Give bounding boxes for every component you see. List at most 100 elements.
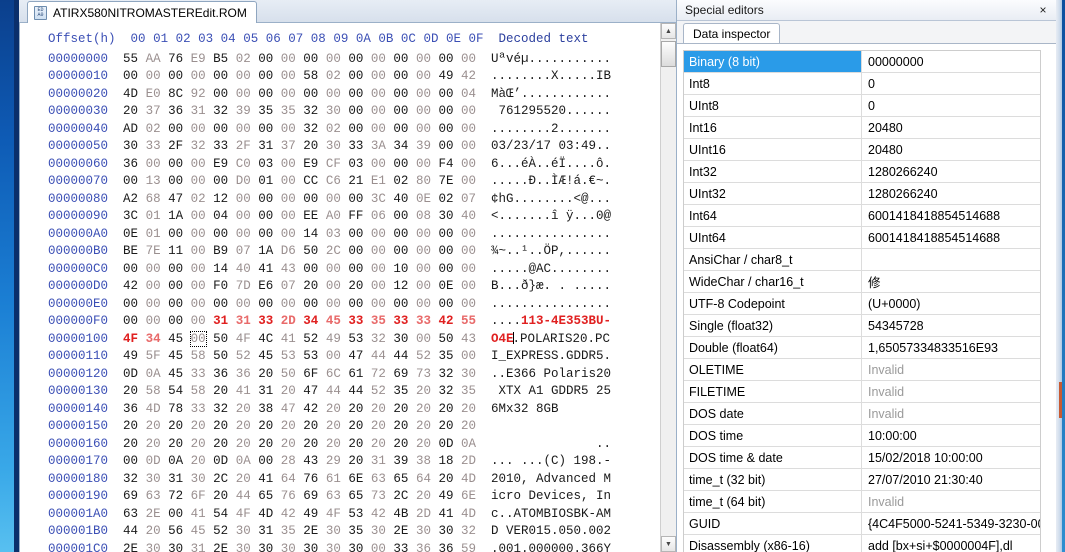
hex-byte[interactable]: 76	[303, 472, 318, 486]
hex-byte[interactable]: 58	[303, 69, 318, 83]
hex-byte[interactable]: 0D	[213, 454, 228, 468]
inspector-row[interactable]: DOS time & date 15/02/2018 10:00:00	[684, 447, 1040, 469]
hex-byte[interactable]: 20	[416, 489, 431, 503]
hex-byte[interactable]: 49	[303, 507, 318, 521]
hex-byte[interactable]: 33	[393, 314, 408, 328]
hex-byte[interactable]: 00	[348, 192, 363, 206]
hex-byte[interactable]: 61	[326, 472, 341, 486]
inspector-row-value[interactable]: {4C4F5000-5241-5349-3230-00504	[862, 513, 1040, 534]
hex-byte[interactable]: 41	[258, 472, 273, 486]
hex-byte[interactable]: 20	[348, 279, 363, 293]
hex-byte[interactable]: 2E	[393, 524, 408, 538]
hex-byte[interactable]: 02	[191, 192, 206, 206]
hex-byte[interactable]: 20	[326, 419, 341, 433]
hex-byte[interactable]: 30	[146, 472, 161, 486]
hex-byte[interactable]: 65	[258, 489, 273, 503]
inspector-row[interactable]: Double (float64) 1,65057334833516E93	[684, 337, 1040, 359]
hex-byte[interactable]: 00	[191, 209, 206, 223]
hex-byte[interactable]: 00	[168, 262, 183, 276]
hex-byte[interactable]: 41	[438, 507, 453, 521]
hex-byte[interactable]: 00	[191, 262, 206, 276]
hex-ascii[interactable]: Uªvéµ...........	[491, 52, 611, 66]
hex-row[interactable]: 000000E0 00 00 00 00 00 00 00 00 00 00 0…	[20, 296, 611, 314]
hex-byte[interactable]: 37	[281, 139, 296, 153]
hex-byte[interactable]: 30	[258, 542, 273, 552]
hex-byte[interactable]: 00	[258, 52, 273, 66]
hex-byte[interactable]: 63	[146, 489, 161, 503]
hex-byte[interactable]: 00	[281, 69, 296, 83]
hex-byte[interactable]: 00	[168, 157, 183, 171]
hex-byte[interactable]: 30	[191, 472, 206, 486]
hex-byte[interactable]: 61	[348, 367, 363, 381]
hex-byte[interactable]: 00	[123, 174, 138, 188]
scroll-down-arrow-icon[interactable]: ▼	[661, 536, 676, 552]
hex-byte[interactable]: 00	[438, 227, 453, 241]
hex-byte[interactable]: 00	[146, 314, 161, 328]
hex-byte[interactable]: 47	[281, 402, 296, 416]
hex-byte[interactable]: 4F	[123, 332, 138, 346]
hex-byte[interactable]: 00	[191, 279, 206, 293]
hex-byte[interactable]: CF	[326, 157, 341, 171]
hex-ascii[interactable]: ... ...(C) 198.-	[491, 454, 611, 468]
hex-byte[interactable]: 00	[438, 87, 453, 101]
hex-byte[interactable]: 32	[438, 367, 453, 381]
hex-byte[interactable]: 6F	[191, 489, 206, 503]
close-icon[interactable]: ×	[1036, 3, 1050, 17]
hex-byte[interactable]: 30	[326, 542, 341, 552]
hex-byte[interactable]: 30	[416, 524, 431, 538]
hex-byte[interactable]: 49	[326, 332, 341, 346]
hex-byte[interactable]: 2E	[213, 542, 228, 552]
hex-byte[interactable]: 00	[371, 52, 386, 66]
hex-byte[interactable]: 45	[326, 314, 341, 328]
hex-byte[interactable]: 00	[416, 262, 431, 276]
hex-byte[interactable]: 00	[371, 262, 386, 276]
hex-byte[interactable]: 00	[191, 174, 206, 188]
hex-byte[interactable]: 44	[371, 349, 386, 363]
hex-byte[interactable]: D0	[236, 174, 251, 188]
hex-byte[interactable]: 73	[371, 489, 386, 503]
hex-ascii[interactable]: ........2.......	[491, 122, 611, 136]
hex-byte[interactable]: 00	[461, 297, 476, 311]
hex-byte[interactable]: 36	[438, 542, 453, 552]
hex-byte[interactable]: 33	[393, 542, 408, 552]
hex-byte[interactable]: 47	[168, 192, 183, 206]
hex-byte[interactable]: 14	[213, 262, 228, 276]
hex-byte[interactable]: 00	[416, 227, 431, 241]
hex-byte[interactable]: 00	[416, 87, 431, 101]
hex-byte[interactable]: 00	[236, 227, 251, 241]
hex-byte[interactable]: 44	[123, 524, 138, 538]
hex-row[interactable]: 000001B0 44 20 56 45 52 30 31 35 2E 30 3…	[20, 523, 611, 541]
hex-byte[interactable]: 00	[348, 104, 363, 118]
hex-byte[interactable]: 20	[213, 384, 228, 398]
hex-byte[interactable]: 52	[213, 524, 228, 538]
inspector-row[interactable]: WideChar / char16_t 修	[684, 271, 1040, 293]
hex-ascii[interactable]: MàŒ’............	[491, 87, 611, 101]
hex-byte[interactable]: 00	[461, 244, 476, 258]
hex-byte[interactable]: 59	[461, 542, 476, 552]
inspector-row-value[interactable]: 10:00:00	[862, 425, 1040, 446]
hex-byte[interactable]: 20	[303, 279, 318, 293]
hex-byte[interactable]: B5	[213, 52, 228, 66]
hex-byte[interactable]: 20	[348, 454, 363, 468]
hex-ascii[interactable]: XTX A1 GDDR5 25	[491, 384, 612, 398]
hex-byte[interactable]: 06	[371, 209, 386, 223]
hex-ascii[interactable]: ¾~..¹..ÖP,......	[491, 244, 611, 258]
hex-byte[interactable]: 01	[258, 174, 273, 188]
hex-byte[interactable]: 45	[191, 524, 206, 538]
hex-ascii[interactable]: .001.000000.366Y	[491, 542, 611, 552]
hex-byte[interactable]: 30	[236, 524, 251, 538]
hex-byte[interactable]: 55	[461, 314, 476, 328]
hex-byte[interactable]: 20	[348, 419, 363, 433]
hex-byte[interactable]: 35	[281, 104, 296, 118]
hex-byte[interactable]: 20	[123, 419, 138, 433]
hex-byte[interactable]: 12	[393, 279, 408, 293]
hex-byte[interactable]: 34	[146, 332, 161, 346]
hex-byte[interactable]: 4D	[461, 507, 476, 521]
hex-byte[interactable]: 30	[281, 542, 296, 552]
hex-byte[interactable]: 50	[213, 332, 228, 346]
hex-byte[interactable]: 35	[371, 314, 386, 328]
hex-byte[interactable]: 20	[371, 402, 386, 416]
hex-content-area[interactable]: Offset(h) 00 01 02 03 04 05 06 07 08 09 …	[19, 23, 676, 552]
inspector-row[interactable]: time_t (32 bit) 27/07/2010 21:30:40	[684, 469, 1040, 491]
hex-byte[interactable]: 20	[146, 437, 161, 451]
